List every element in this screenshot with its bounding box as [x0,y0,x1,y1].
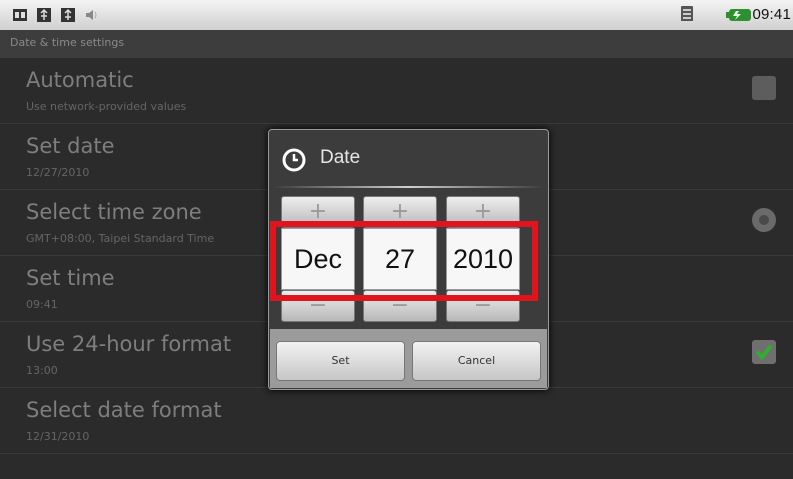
set-button[interactable]: Set [276,341,405,381]
notification-app-icon [13,9,27,21]
setting-subtitle: Use network-provided values [26,100,187,113]
settings-title-bar: Date & time settings [0,30,793,58]
status-bar: 09:41 [0,0,793,30]
status-time: 09:41 [752,6,791,23]
clock-icon [282,148,306,172]
time-zone-radio[interactable] [752,208,776,232]
highlight-box [270,221,538,301]
setting-title: Select date format [26,398,222,422]
dialog-divider [273,186,544,188]
setting-title: Set time [26,266,115,290]
setting-title: Set date [26,134,115,158]
setting-subtitle: GMT+08:00, Taipei Standard Time [26,232,215,245]
automatic-checkbox[interactable] [752,76,776,100]
setting-subtitle: 09:41 [26,298,58,311]
battery-charging-icon [726,9,751,21]
setting-title: Select time zone [26,200,202,224]
setting-title: Automatic [26,68,134,92]
usb-debug-icon [61,8,75,22]
setting-subtitle: 12/27/2010 [26,166,90,179]
checkmark-icon [755,344,773,360]
cancel-button[interactable]: Cancel [412,341,541,381]
page-title: Date & time settings [10,36,125,49]
setting-subtitle: 12/31/2010 [26,430,90,443]
setting-subtitle: 13:00 [26,364,58,377]
dialog-title: Date [320,147,361,168]
dialog-button-bar: Set Cancel [270,329,547,388]
dialog-header: Date [269,130,548,186]
24-hour-checkbox[interactable] [752,340,776,364]
usb-icon [37,8,51,22]
setting-automatic[interactable]: Automatic Use network-provided values [0,58,793,124]
sd-card-icon [681,6,693,21]
volume-icon [86,10,97,20]
setting-title: Use 24-hour format [26,332,232,356]
setting-date-format[interactable]: Select date format 12/31/2010 [0,388,793,454]
